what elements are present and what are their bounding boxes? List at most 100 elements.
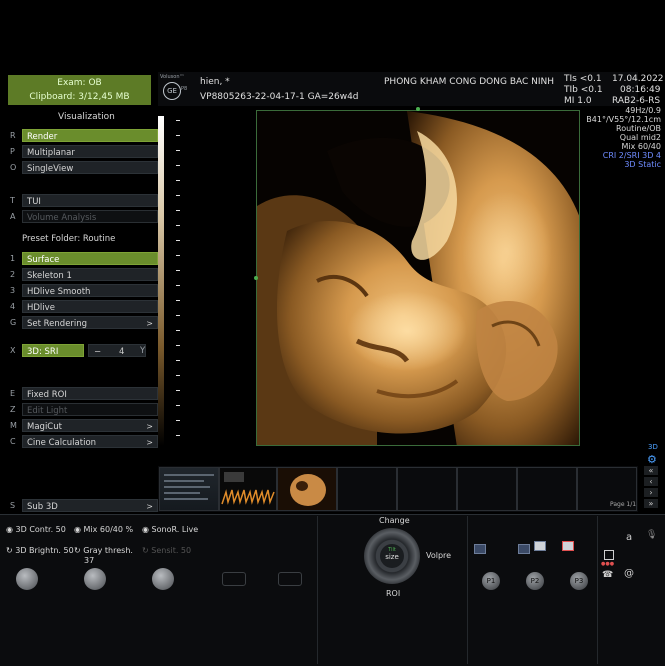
print-color-icon[interactable] xyxy=(562,541,574,551)
tools-row-1[interactable]: A Volume Analysis xyxy=(8,210,158,224)
save-icon[interactable] xyxy=(474,544,486,554)
preset-button-hdlive-smooth[interactable]: HDlive Smooth xyxy=(22,284,158,297)
preset-button-surface[interactable]: Surface xyxy=(22,252,158,265)
preset-p2-button[interactable]: P2 xyxy=(526,572,544,590)
sri-key: X xyxy=(10,346,16,355)
preset-key: G xyxy=(10,318,17,327)
preset-label: HDlive xyxy=(27,303,55,313)
ge-logo-text: GE xyxy=(167,87,177,95)
scale-tick xyxy=(176,255,180,256)
corner-letter[interactable]: a xyxy=(626,532,632,543)
thumbnail-empty-1[interactable] xyxy=(337,467,397,511)
roi-row-1[interactable]: Z Edit Light xyxy=(8,403,158,417)
scale-tick xyxy=(176,195,180,196)
thumbnail-doppler[interactable] xyxy=(219,467,277,511)
control-row2-2[interactable]: ↻ Sensit. 50 xyxy=(142,546,191,555)
preset-row-0[interactable]: 1 Surface xyxy=(8,252,158,266)
roi-button-fixed-roi[interactable]: Fixed ROI xyxy=(22,387,158,400)
control-row1-2[interactable]: ◉ SonoR. Live xyxy=(142,525,198,534)
preset-button-set-rendering[interactable]: Set Rendering > xyxy=(22,316,158,329)
roi-marker-top[interactable] xyxy=(416,107,420,111)
preset-row-4[interactable]: G Set Rendering > xyxy=(8,316,158,330)
preset-row-1[interactable]: 2 Skeleton 1 xyxy=(8,268,158,282)
control-row1-1[interactable]: ◉ Mix 60/40 % xyxy=(74,525,133,534)
change-label: Change xyxy=(379,516,410,525)
trackball-center[interactable]: Tilt size xyxy=(380,544,404,568)
phone-icon[interactable]: ☎ xyxy=(602,570,613,580)
thumbnail-report[interactable] xyxy=(159,467,219,511)
bottom-divider xyxy=(0,514,665,515)
vis-row-1[interactable]: P Multiplanar xyxy=(8,145,158,159)
sri-minus-button[interactable]: − xyxy=(94,345,101,359)
preset-button-skeleton-1[interactable]: Skeleton 1 xyxy=(22,268,158,281)
roi-row-2[interactable]: M MagiCut > xyxy=(8,419,158,433)
thumbnail-render[interactable] xyxy=(277,467,337,511)
probe-name: RAB2-6-RS xyxy=(612,96,661,106)
monitor-icon[interactable] xyxy=(604,550,614,560)
sri-row: X 3D: SRI − 4 Y xyxy=(8,344,151,358)
vis-label: SingleView xyxy=(27,164,74,174)
record-icon[interactable]: ●●● xyxy=(601,561,614,567)
preset-p1-button[interactable]: P1 xyxy=(482,572,500,590)
tools-row-0[interactable]: T TUI xyxy=(8,194,158,208)
control-row1-0[interactable]: ◉ 3D Contr. 50 xyxy=(6,525,66,534)
microphone-icon[interactable]: 🎙 xyxy=(646,530,657,540)
control-row2-0[interactable]: ↻ 3D Brightn. 50 xyxy=(6,546,74,555)
thumbnail-empty-3[interactable] xyxy=(457,467,517,511)
vis-key: R xyxy=(10,131,16,140)
vis-row-2[interactable]: O SingleView xyxy=(8,161,158,175)
control-row2-1[interactable]: ↻ Gray thresh. xyxy=(74,546,133,555)
rewind-icon[interactable]: « xyxy=(644,466,658,475)
vis-button-render[interactable]: Render xyxy=(22,129,158,142)
sri-button[interactable]: 3D: SRI xyxy=(22,344,84,357)
roi-button-magicut[interactable]: MagiCut > xyxy=(22,419,158,432)
thumbnail-empty-4[interactable] xyxy=(517,467,577,511)
preset-key: 2 xyxy=(10,270,16,279)
preset-row-2[interactable]: 3 HDlive Smooth xyxy=(8,284,158,298)
exam-info-box: Exam: OB Clipboard: 3/12,45 MB xyxy=(8,75,151,105)
sri-stepper[interactable]: − 4 xyxy=(88,344,146,357)
trackball-control[interactable]: Tilt size xyxy=(364,528,420,584)
preset-button-hdlive[interactable]: HDlive xyxy=(22,300,158,313)
at-icon[interactable]: @ xyxy=(624,568,634,579)
back-icon[interactable]: ‹ xyxy=(644,477,658,486)
sub3d-row[interactable]: S Sub 3D > xyxy=(8,499,158,513)
sri-value: 4 xyxy=(119,347,125,357)
fast-forward-icon[interactable]: » xyxy=(644,499,658,508)
roi-label: Edit Light xyxy=(27,406,68,416)
thumbnail-empty-2[interactable] xyxy=(397,467,457,511)
roi-marker-left[interactable] xyxy=(254,276,258,280)
roi-row-0[interactable]: E Fixed ROI xyxy=(8,387,158,401)
scale-tick xyxy=(176,180,180,181)
preset-p3-button[interactable]: P3 xyxy=(570,572,588,590)
roi-label: MagiCut xyxy=(27,422,62,432)
print-icon[interactable] xyxy=(534,541,546,551)
render-viewport[interactable] xyxy=(256,110,580,446)
gear-icon[interactable]: ⚙ xyxy=(647,453,657,466)
forward-icon[interactable]: › xyxy=(644,488,658,497)
preset-label: Set Rendering xyxy=(27,319,88,329)
tools-key: A xyxy=(10,212,16,221)
exam-label: Exam: OB xyxy=(57,78,102,88)
blank-key-2[interactable] xyxy=(278,572,302,586)
preset-row-3[interactable]: 4 HDlive xyxy=(8,300,158,314)
vis-button-singleview[interactable]: SingleView xyxy=(22,161,158,174)
knob-3d-contrast[interactable] xyxy=(16,568,38,590)
vis-button-multiplanar[interactable]: Multiplanar xyxy=(22,145,158,158)
scale-tick xyxy=(176,300,180,301)
vis-label: Multiplanar xyxy=(27,148,75,158)
roi-button-cine-calculation[interactable]: Cine Calculation > xyxy=(22,435,158,448)
save-image-icon[interactable] xyxy=(518,544,530,554)
blank-key-1[interactable] xyxy=(222,572,246,586)
control-label: 3D Contr. 50 xyxy=(15,525,66,534)
tools-button-tui[interactable]: TUI xyxy=(22,194,158,207)
logo-text: Voluson™ xyxy=(160,74,185,80)
knob-sonor[interactable] xyxy=(152,568,174,590)
knob-mix[interactable] xyxy=(84,568,106,590)
sub3d-button[interactable]: Sub 3D > xyxy=(22,499,158,512)
tib-value: TIb <0.1 xyxy=(564,85,603,95)
scale-tick xyxy=(176,360,180,361)
roi-row-3[interactable]: C Cine Calculation > xyxy=(8,435,158,449)
preset-key: 4 xyxy=(10,302,16,311)
vis-row-0[interactable]: R Render xyxy=(8,129,158,143)
